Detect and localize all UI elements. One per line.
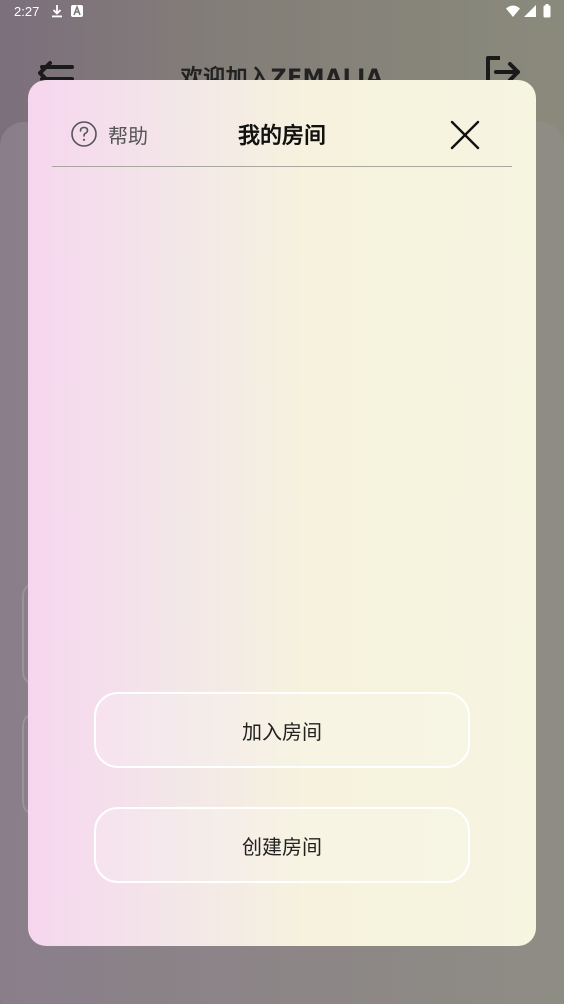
my-room-dialog: 帮助 我的房间 加入房间 创建房间 — [28, 80, 536, 946]
status-time: 2:27 — [14, 4, 40, 19]
join-room-button[interactable]: 加入房间 — [94, 692, 470, 768]
battery-icon — [543, 4, 551, 18]
status-bar: 2:27 — [0, 0, 564, 24]
download-icon — [52, 5, 62, 18]
a-icon — [71, 4, 83, 17]
signal-icon — [524, 5, 536, 17]
header-divider — [52, 166, 512, 167]
close-icon[interactable] — [448, 118, 482, 152]
wifi-icon — [506, 5, 520, 17]
dialog-header: 帮助 我的房间 — [28, 80, 536, 166]
create-room-button[interactable]: 创建房间 — [94, 807, 470, 883]
